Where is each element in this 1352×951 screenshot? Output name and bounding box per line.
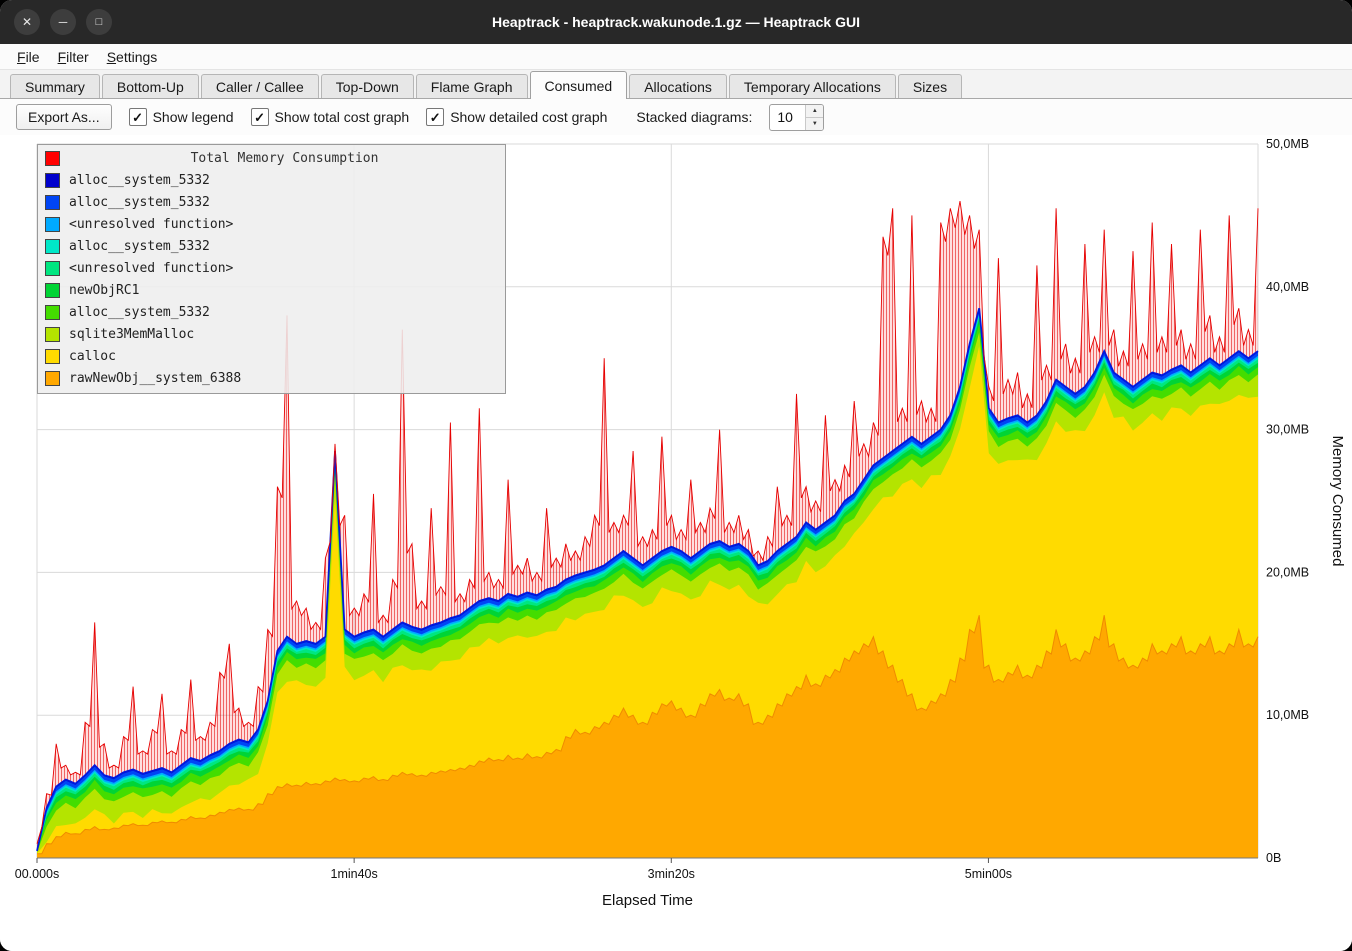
minimize-button[interactable]: ─	[50, 9, 76, 35]
legend-swatch	[45, 283, 60, 298]
legend-item-label: <unresolved function>	[69, 261, 233, 276]
legend-swatch	[45, 261, 60, 276]
legend-item-label: calloc	[69, 349, 116, 364]
toolbar: Export As... ✓ Show legend ✓ Show total cos…	[0, 99, 1352, 135]
legend-swatch	[45, 305, 60, 320]
x-axis-title: Elapsed Time	[602, 892, 693, 909]
tab-consumed[interactable]: Consumed	[530, 71, 628, 99]
menu-settings[interactable]: Settings	[98, 47, 167, 67]
legend-item-label: <unresolved function>	[69, 217, 233, 232]
legend-title: Total Memory Consumption	[69, 151, 500, 166]
legend-item: rawNewObj__system_6388	[38, 367, 505, 389]
legend-title-row: Total Memory Consumption	[38, 147, 505, 169]
stacked-diagrams-value[interactable]: 10	[770, 105, 805, 130]
legend-item: calloc	[38, 345, 505, 367]
menu-bar: FileFilterSettings	[0, 44, 1352, 70]
stacked-diagrams-spinbox[interactable]: 10 ▲ ▼	[769, 104, 824, 131]
x-tick-label: 1min40s	[331, 867, 378, 881]
legend-item-label: alloc__system_5332	[69, 305, 210, 320]
checkbox-label: Show legend	[153, 109, 234, 125]
spinner-buttons: ▲ ▼	[805, 105, 823, 130]
legend-item-label: rawNewObj__system_6388	[69, 371, 241, 386]
minimize-icon: ─	[59, 16, 68, 28]
legend-item: newObjRC1	[38, 279, 505, 301]
legend-item-label: alloc__system_5332	[69, 173, 210, 188]
legend-title-swatch	[45, 151, 60, 166]
export-as-button[interactable]: Export As...	[16, 104, 112, 130]
y-tick-label: 0B	[1266, 851, 1281, 865]
heaptrack-window: ✕ ─ □ Heaptrack - heaptrack.wakunode.1.g…	[0, 0, 1352, 951]
x-tick-label: 5min00s	[965, 867, 1012, 881]
spin-down-icon: ▼	[812, 121, 818, 127]
spin-down-button[interactable]: ▼	[806, 118, 823, 130]
legend-swatch	[45, 195, 60, 210]
checkbox-show-legend[interactable]: ✓ Show legend	[129, 108, 234, 126]
tab-flame-graph[interactable]: Flame Graph	[416, 74, 528, 98]
stacked-diagrams-label: Stacked diagrams:	[636, 109, 752, 125]
legend-item-label: alloc__system_5332	[69, 195, 210, 210]
legend-item: <unresolved function>	[38, 257, 505, 279]
checkbox-group: ✓ Show legend ✓ Show total cost graph ✓ Show …	[129, 108, 608, 126]
tab-bar: SummaryBottom-UpCaller / CalleeTop-DownF…	[0, 70, 1352, 99]
menu-file[interactable]: File	[8, 47, 49, 67]
tab-sizes[interactable]: Sizes	[898, 74, 962, 98]
legend-item-label: sqlite3MemMalloc	[69, 327, 194, 342]
legend-item-label: newObjRC1	[69, 283, 139, 298]
titlebar[interactable]: ✕ ─ □ Heaptrack - heaptrack.wakunode.1.g…	[0, 0, 1352, 44]
menu-filter[interactable]: Filter	[49, 47, 98, 67]
tab-caller-callee[interactable]: Caller / Callee	[201, 74, 319, 98]
y-axis-title: Memory Consumed	[1329, 436, 1346, 567]
checkmark-icon: ✓	[251, 108, 269, 126]
maximize-button[interactable]: □	[86, 9, 112, 35]
x-tick-label: 00.000s	[15, 867, 59, 881]
legend-item: alloc__system_5332	[38, 191, 505, 213]
tab-summary[interactable]: Summary	[10, 74, 100, 98]
window-title: Heaptrack - heaptrack.wakunode.1.gz — He…	[0, 14, 1352, 30]
legend-item-label: alloc__system_5332	[69, 239, 210, 254]
checkbox-label: Show detailed cost graph	[450, 109, 607, 125]
spin-up-button[interactable]: ▲	[806, 105, 823, 118]
tab-bottom-up[interactable]: Bottom-Up	[102, 74, 199, 98]
close-button[interactable]: ✕	[14, 9, 40, 35]
checkbox-show-detailed-cost-graph[interactable]: ✓ Show detailed cost graph	[426, 108, 607, 126]
spin-up-icon: ▲	[812, 108, 818, 114]
y-tick-label: 40,0MB	[1266, 280, 1309, 294]
tab-allocations[interactable]: Allocations	[629, 74, 727, 98]
tab-top-down[interactable]: Top-Down	[321, 74, 414, 98]
y-tick-label: 50,0MB	[1266, 137, 1309, 151]
maximize-icon: □	[96, 17, 103, 28]
checkbox-show-total-cost-graph[interactable]: ✓ Show total cost graph	[251, 108, 410, 126]
legend-swatch	[45, 239, 60, 254]
checkmark-icon: ✓	[426, 108, 444, 126]
legend-items: alloc__system_5332 alloc__system_5332 <unr…	[38, 169, 505, 389]
checkbox-label: Show total cost graph	[275, 109, 410, 125]
legend-swatch	[45, 173, 60, 188]
y-tick-label: 30,0MB	[1266, 423, 1309, 437]
window-controls: ✕ ─ □	[14, 9, 112, 35]
legend-item: alloc__system_5332	[38, 301, 505, 323]
legend-swatch	[45, 217, 60, 232]
legend-swatch	[45, 327, 60, 342]
chart-legend: Total Memory Consumption alloc__system_5…	[37, 144, 506, 394]
tab-temporary-allocations[interactable]: Temporary Allocations	[729, 74, 896, 98]
legend-swatch	[45, 371, 60, 386]
close-icon: ✕	[22, 16, 32, 28]
legend-item: <unresolved function>	[38, 213, 505, 235]
legend-item: alloc__system_5332	[38, 169, 505, 191]
legend-item: alloc__system_5332	[38, 235, 505, 257]
y-tick-label: 20,0MB	[1266, 565, 1309, 579]
y-tick-label: 10,0MB	[1266, 708, 1309, 722]
checkmark-icon: ✓	[129, 108, 147, 126]
chart-area: 00.000s 1min40s 3min20s 5min00s 0B 10,0MB 20,0…	[0, 135, 1352, 951]
legend-swatch	[45, 349, 60, 364]
x-tick-label: 3min20s	[648, 867, 695, 881]
legend-item: sqlite3MemMalloc	[38, 323, 505, 345]
